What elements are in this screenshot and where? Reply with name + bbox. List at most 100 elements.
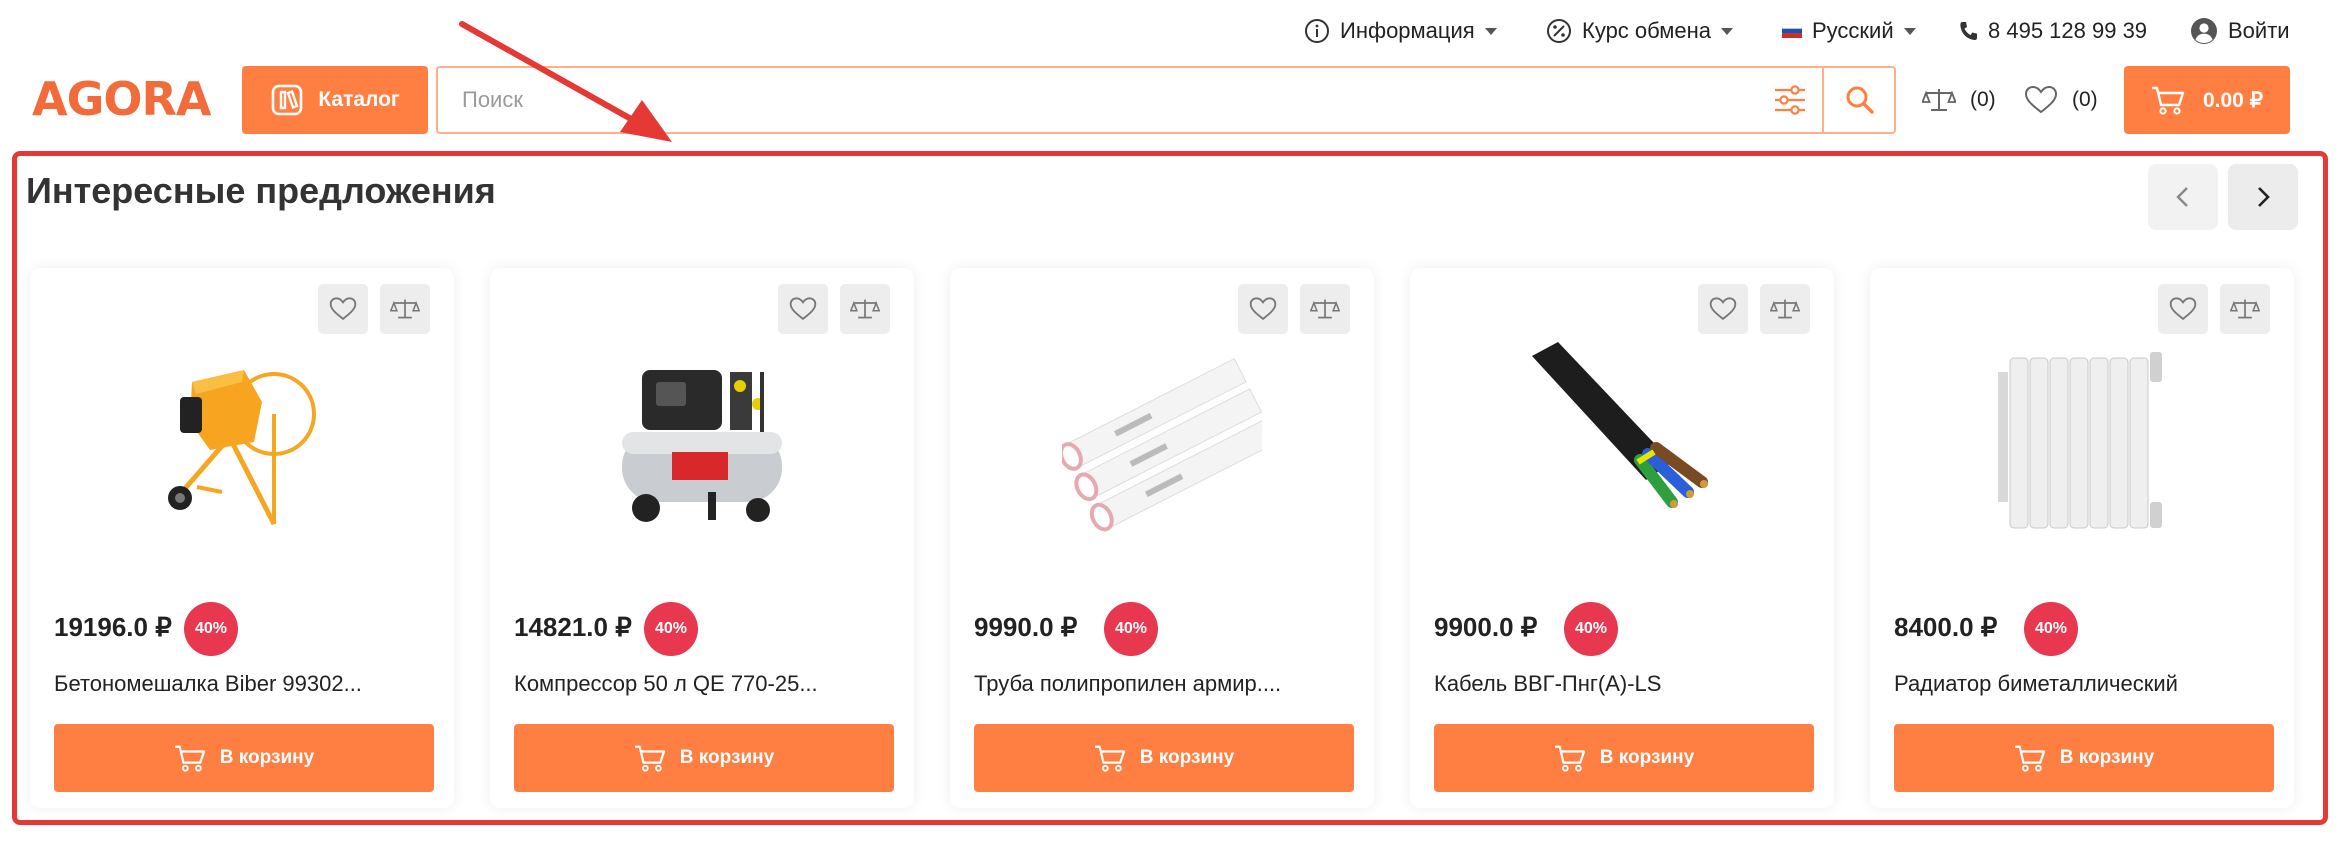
scales-compare-icon [1310, 299, 1340, 319]
add-to-cart-label: В корзину [679, 747, 775, 768]
product-name[interactable]: Труба полипропилен армир.... [974, 671, 1281, 697]
heart-icon [2169, 297, 2197, 321]
info-icon [1305, 19, 1329, 43]
add-to-cart-button[interactable]: В корзину [1894, 724, 2274, 792]
shopping-cart-icon [1094, 745, 1125, 772]
add-to-compare-button[interactable] [1760, 284, 1810, 334]
product-price: 9900.0 ₽ [1434, 612, 1538, 642]
product-image-power-cable[interactable] [1522, 332, 1722, 542]
discount-badge: 40% [1564, 602, 1618, 656]
phone-link[interactable]: 8 495 128 99 39 [1958, 14, 2147, 48]
carousel-prev-button[interactable] [2148, 164, 2218, 230]
filter-sliders-icon [1775, 85, 1805, 115]
chevron-down-icon [1721, 27, 1734, 35]
add-to-cart-button[interactable]: В корзину [514, 724, 894, 792]
add-to-favorites-button[interactable] [1238, 284, 1288, 334]
add-to-compare-button[interactable] [1300, 284, 1350, 334]
product-card[interactable]: 19196.0 ₽ 40% Бетономешалка Biber 99302.… [30, 268, 454, 808]
scales-compare-icon [1922, 89, 1956, 111]
product-image-air-compressor[interactable] [602, 332, 802, 542]
add-to-cart-label: В корзину [2059, 747, 2155, 768]
scales-compare-icon [1770, 299, 1800, 319]
discount-badge: 40% [644, 602, 698, 656]
language-menu[interactable]: Русский [1782, 14, 1916, 48]
search-filter-button[interactable] [1758, 68, 1824, 132]
product-price: 9990.0 ₽ [974, 612, 1078, 642]
info-menu[interactable]: Информация [1304, 14, 1497, 48]
product-card[interactable]: 8400.0 ₽ 40% Радиатор биметаллический В … [1870, 268, 2294, 808]
heart-icon [329, 297, 357, 321]
search-icon [1846, 86, 1874, 114]
compare-count: (0) [1970, 88, 1996, 111]
add-to-compare-button[interactable] [840, 284, 890, 334]
add-to-cart-button[interactable]: В корзину [54, 724, 434, 792]
add-to-compare-button[interactable] [380, 284, 430, 334]
discount-badge: 40% [184, 602, 238, 656]
shopping-cart-icon [2014, 745, 2045, 772]
product-name[interactable]: Кабель ВВГ-Пнг(А)-LS [1434, 671, 1661, 697]
scales-compare-icon [390, 299, 420, 319]
product-name[interactable]: Бетономешалка Biber 99302... [54, 671, 362, 697]
product-price: 14821.0 ₽ [514, 612, 632, 642]
russia-flag-icon [1782, 24, 1802, 38]
shopping-cart-icon [174, 745, 205, 772]
favorites-link[interactable]: (0) [2024, 78, 2098, 122]
catalog-button[interactable]: Каталог [242, 66, 428, 134]
add-to-favorites-button[interactable] [2158, 284, 2208, 334]
add-to-cart-button[interactable]: В корзину [974, 724, 1354, 792]
compare-link[interactable]: (0) [1922, 78, 1996, 122]
chevron-down-icon [1484, 27, 1497, 35]
shopping-cart-icon [1554, 745, 1585, 772]
product-card[interactable]: 9990.0 ₽ 40% Труба полипропилен армир...… [950, 268, 1374, 808]
add-to-favorites-button[interactable] [778, 284, 828, 334]
product-price: 8400.0 ₽ [1894, 612, 1998, 642]
heart-icon [1249, 297, 1277, 321]
shopping-cart-icon [634, 745, 665, 772]
cart-button[interactable]: 0.00 ₽ [2124, 66, 2290, 134]
add-to-compare-button[interactable] [2220, 284, 2270, 334]
info-menu-label: Информация [1340, 18, 1475, 43]
cart-total: 0.00 ₽ [2202, 88, 2264, 112]
add-to-favorites-button[interactable] [318, 284, 368, 334]
login-label: Войти [2228, 18, 2290, 43]
product-image-concrete-mixer[interactable] [142, 332, 342, 542]
favorites-count: (0) [2072, 88, 2098, 111]
chevron-right-icon [2258, 187, 2270, 207]
product-card[interactable]: 14821.0 ₽ 40% Компрессор 50 л QE 770-25.… [490, 268, 914, 808]
discount-badge: 40% [2024, 602, 2078, 656]
search-bar [436, 66, 1896, 134]
section-title: Интересные предложения [26, 170, 496, 211]
add-to-cart-label: В корзину [1139, 747, 1235, 768]
heart-icon [1709, 297, 1737, 321]
product-card[interactable]: 9900.0 ₽ 40% Кабель ВВГ-Пнг(А)-LS В корз… [1410, 268, 1834, 808]
product-name[interactable]: Радиатор биметаллический [1894, 671, 2178, 697]
language-label: Русский [1812, 18, 1894, 43]
shopping-cart-icon [2151, 86, 2185, 115]
user-icon [2191, 18, 2217, 44]
add-to-cart-button[interactable]: В корзину [1434, 724, 1814, 792]
percent-icon [1547, 19, 1571, 43]
phone-icon [1960, 22, 1977, 40]
catalog-icon [272, 84, 303, 116]
product-name[interactable]: Компрессор 50 л QE 770-25... [514, 671, 818, 697]
carousel-next-button[interactable] [2228, 164, 2298, 230]
add-to-cart-label: В корзину [1599, 747, 1695, 768]
scales-compare-icon [850, 299, 880, 319]
phone-number: 8 495 128 99 39 [1988, 18, 2148, 43]
login-link[interactable]: Войти [2190, 14, 2290, 48]
search-input[interactable] [438, 68, 1758, 132]
chevron-left-icon [2176, 187, 2188, 207]
chevron-down-icon [1903, 27, 1916, 35]
exchange-rate-menu[interactable]: Курс обмена [1546, 14, 1734, 48]
add-to-favorites-button[interactable] [1698, 284, 1748, 334]
product-image-pp-pipes[interactable] [1062, 332, 1262, 542]
product-price: 19196.0 ₽ [54, 612, 172, 642]
product-image-radiator[interactable] [1982, 332, 2182, 542]
catalog-label: Каталог [318, 88, 400, 111]
heart-icon [2024, 85, 2058, 114]
search-button[interactable] [1826, 68, 1894, 132]
site-logo[interactable]: AGORA [32, 72, 211, 126]
discount-badge: 40% [1104, 602, 1158, 656]
exchange-rate-label: Курс обмена [1582, 18, 1712, 43]
scales-compare-icon [2230, 299, 2260, 319]
